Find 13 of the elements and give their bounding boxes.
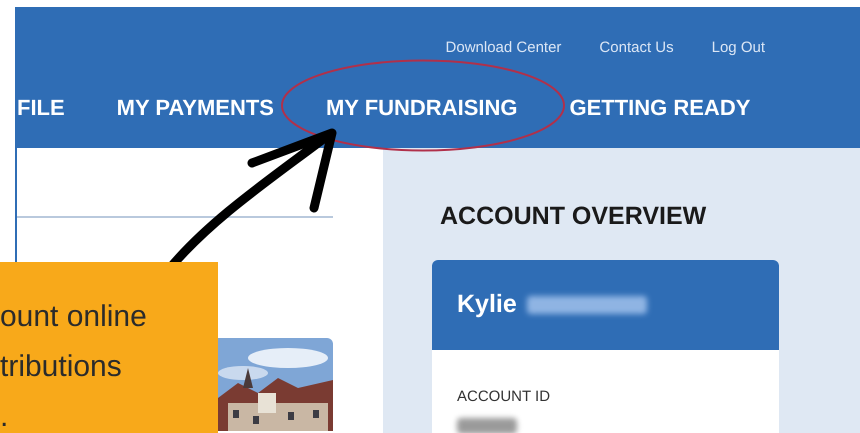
callout-text: ount online (0, 299, 147, 335)
nav-item[interactable]: MY PAYMENTS (116, 90, 274, 124)
header-link[interactable]: Contact Us (599, 37, 674, 60)
callout-text: tributions (0, 349, 122, 385)
blurred-value (457, 418, 517, 433)
field-label: ACCOUNT ID (457, 386, 552, 406)
panel-heading: ACCOUNT OVERVIEW (440, 201, 708, 232)
callout-text: . (0, 399, 8, 433)
header-link[interactable]: Log Out (712, 37, 765, 60)
header-link[interactable]: Download Center (446, 37, 562, 60)
nav-item[interactable]: GETTING READY (569, 90, 750, 124)
first-name: Kylie (457, 288, 517, 320)
nav-item[interactable]: FILE (17, 90, 65, 124)
